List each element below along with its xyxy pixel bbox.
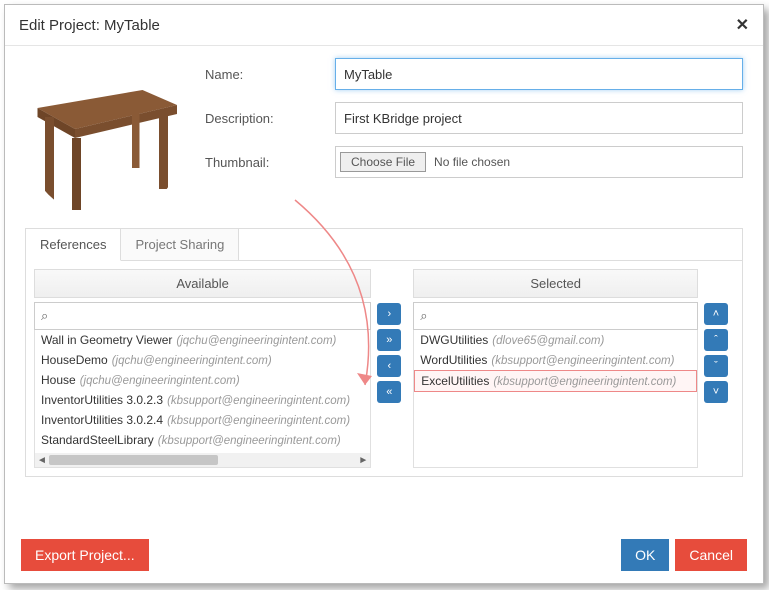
list-item[interactable]: WordUtilities (kbsupport@engineeringinten… [414,350,697,370]
item-name: ExcelUtilities [421,374,489,388]
available-header: Available [34,269,371,298]
ok-button[interactable]: OK [621,539,669,571]
move-bottom-button[interactable]: ˅ [704,381,728,403]
chevron-bottom-icon: ˅ [713,387,719,398]
remove-all-button[interactable]: « [377,381,401,403]
item-meta: (jqchu@engineeringintent.com) [112,355,272,367]
item-meta: (jqchu@engineeringintent.com) [176,335,336,347]
name-field[interactable] [335,58,743,90]
list-item[interactable]: Wall in Geometry Viewer (jqchu@engineerin… [35,330,370,350]
chevron-up-icon: ˆ [714,335,718,346]
dialog-title: Edit Project: MyTable [19,17,160,34]
item-meta: (kbsupport@engineeringintent.com) [167,415,350,427]
selected-search-input[interactable] [432,308,691,325]
thumbnail-label: Thumbnail: [205,155,335,170]
list-item[interactable]: InventorUtilities 3.0.2.3 (kbsupport@engi… [35,390,370,410]
remove-button[interactable]: ‹ [377,355,401,377]
list-item[interactable]: House (jqchu@engineeringintent.com) [35,370,370,390]
description-field[interactable] [335,102,743,134]
thumbnail-image [25,58,185,218]
chevron-right-icon: › [387,309,391,320]
search-icon: ⌕ [420,308,427,324]
selected-header: Selected [413,269,698,298]
close-icon[interactable]: ✕ [736,15,749,35]
move-up-button[interactable]: ˆ [704,329,728,351]
tabs-container: References Project Sharing Available ⌕ W… [25,228,743,477]
list-item[interactable]: InventorUtilities 3.0.2.4 (kbsupport@engi… [35,410,370,430]
selected-search[interactable]: ⌕ [413,302,698,330]
item-name: WordUtilities [420,353,487,367]
move-buttons: › » ‹ « [377,303,407,468]
list-item[interactable]: StandardSteelLibrary (kbsupport@engineeri… [35,430,370,450]
thumbnail-file-input[interactable]: Choose File No file chosen [335,146,743,178]
file-status-text: No file chosen [434,155,510,169]
move-down-button[interactable]: ˇ [704,355,728,377]
description-label: Description: [205,111,335,126]
name-label: Name: [205,67,335,82]
tab-project-sharing[interactable]: Project Sharing [121,229,239,260]
chevron-top-icon: ˄ [713,309,719,320]
tab-references[interactable]: References [26,229,121,261]
cancel-button[interactable]: Cancel [675,539,747,571]
item-meta: (kbsupport@engineeringintent.com) [167,395,350,407]
move-top-button[interactable]: ˄ [704,303,728,325]
scroll-thumb[interactable] [49,455,356,465]
horizontal-scrollbar[interactable]: ◄ ► [35,453,370,467]
dialog-header: Edit Project: MyTable ✕ [5,5,763,46]
search-icon: ⌕ [41,308,48,324]
item-name: House [41,373,76,387]
list-item[interactable]: ExcelUtilities (kbsupport@engineeringinte… [414,370,697,392]
item-name: DWGUtilities [420,333,488,347]
item-meta: (jqchu@engineeringintent.com) [80,375,240,387]
item-name: HouseDemo [41,353,108,367]
item-name: InventorUtilities 3.0.2.4 [41,413,163,427]
order-buttons: ˄ ˆ ˇ ˅ [704,303,734,468]
chevron-down-icon: ˇ [714,361,718,372]
available-search-input[interactable] [52,308,364,325]
add-button[interactable]: › [377,303,401,325]
double-chevron-right-icon: » [386,335,392,346]
item-meta: (kbsupport@engineeringintent.com) [158,435,341,447]
item-meta: (dlove65@gmail.com) [492,335,604,347]
item-meta: (kbsupport@engineeringintent.com) [493,376,676,388]
scroll-left-icon[interactable]: ◄ [35,455,49,466]
item-name: InventorUtilities 3.0.2.3 [41,393,163,407]
export-project-button[interactable]: Export Project... [21,539,149,571]
selected-list[interactable]: DWGUtilities (dlove65@gmail.com) WordUtili… [413,330,698,468]
add-all-button[interactable]: » [377,329,401,351]
item-name: Wall in Geometry Viewer [41,333,172,347]
table-illustration [30,63,180,213]
available-list[interactable]: Wall in Geometry Viewer (jqchu@engineerin… [34,330,371,468]
choose-file-button[interactable]: Choose File [340,152,426,172]
list-item[interactable]: HouseDemo (jqchu@engineeringintent.com) [35,350,370,370]
chevron-left-icon: ‹ [387,361,391,372]
item-meta: (kbsupport@engineeringintent.com) [491,355,674,367]
item-name: StandardSteelLibrary [41,433,154,447]
double-chevron-left-icon: « [386,387,392,398]
edit-project-dialog: Edit Project: MyTable ✕ Name: [4,4,764,584]
scroll-right-icon[interactable]: ► [356,455,370,466]
available-search[interactable]: ⌕ [34,302,371,330]
list-item[interactable]: DWGUtilities (dlove65@gmail.com) [414,330,697,350]
